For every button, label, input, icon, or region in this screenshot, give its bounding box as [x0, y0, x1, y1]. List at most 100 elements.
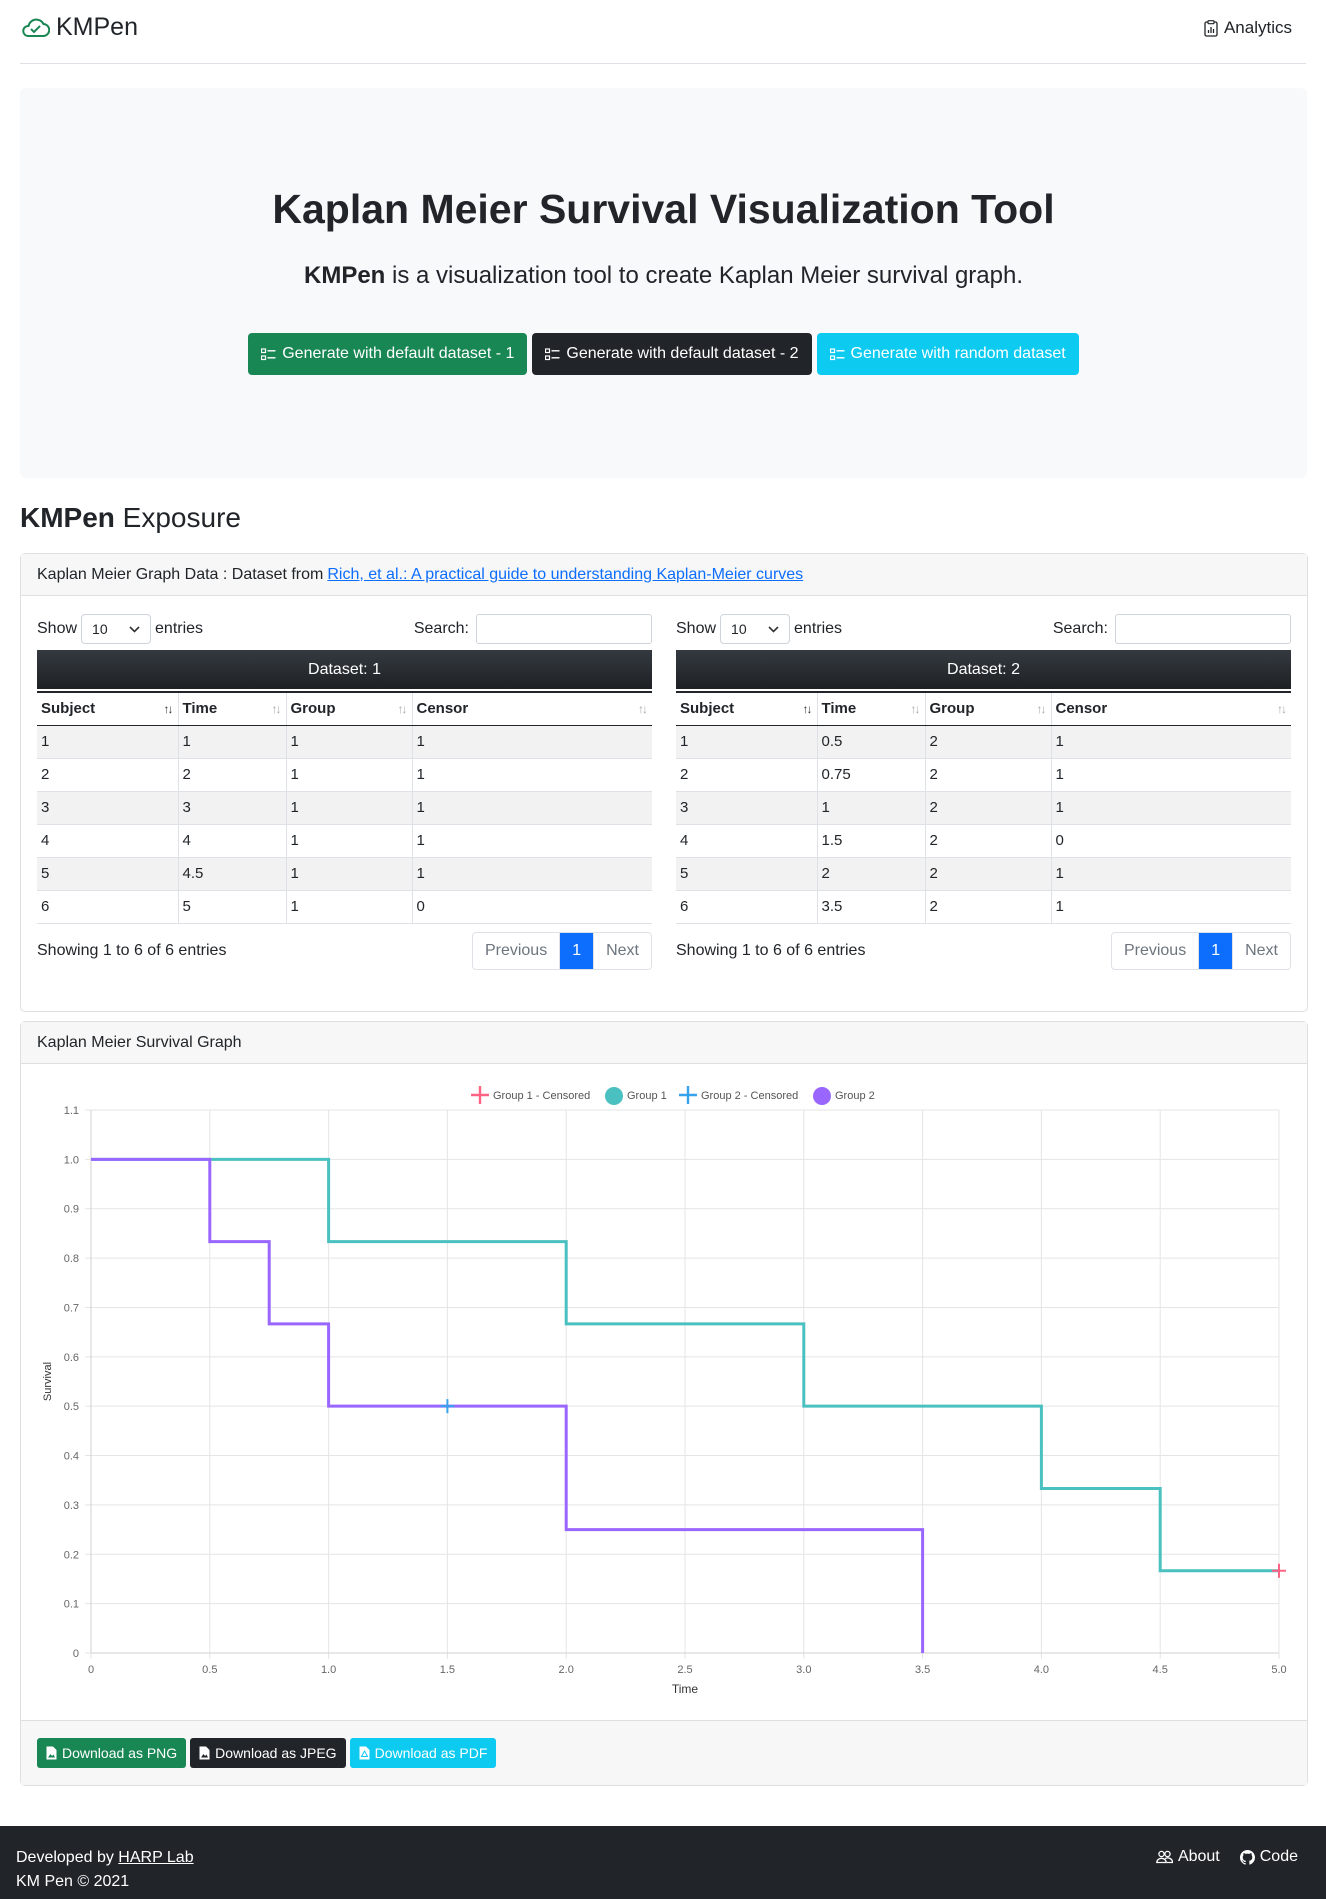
download-pdf-label: Download as PDF — [374, 1745, 488, 1761]
hero-lead: KMPen is a visualization tool to create … — [20, 262, 1307, 290]
table-cell: 2 — [817, 857, 926, 891]
github-icon — [1239, 1849, 1255, 1865]
navbar: KMPen Analytics — [20, 0, 1306, 64]
table-cell: 2 — [37, 758, 179, 792]
table-row: 5 4.5 1 1 — [37, 857, 652, 891]
generate-random-button[interactable]: Generate with random dataset — [816, 333, 1079, 375]
y-tick-label: 0.6 — [64, 1352, 79, 1364]
page-1-button[interactable]: 1 — [1199, 932, 1233, 969]
x-tick-label: 3.5 — [915, 1664, 930, 1676]
sort-icon: ↑↓ — [1277, 702, 1287, 716]
y-tick-label: 1.1 — [64, 1105, 79, 1117]
table-row: 3121 — [676, 791, 1291, 825]
entries-select[interactable]: 10 — [81, 614, 152, 644]
generate-default-1-button[interactable]: Generate with default dataset - 1 — [248, 333, 528, 375]
x-tick-label: 2.0 — [559, 1664, 574, 1676]
developed-by-text: Developed by — [16, 1849, 114, 1866]
table-cell: 2 — [925, 725, 1052, 759]
table-row: 4 1.5 2 0 — [676, 824, 1291, 858]
entries-label: entries — [155, 620, 204, 637]
table-cell: 6 — [676, 890, 818, 924]
column-header-censor[interactable]: Censor ↑↓ — [1051, 691, 1291, 726]
table-cell: 3 — [676, 791, 818, 825]
pagination: Previous 1 Next — [471, 931, 652, 970]
brand-name: KMPen — [56, 13, 138, 41]
x-tick-label: 0 — [88, 1664, 94, 1676]
table-cell: 1 — [1051, 758, 1291, 792]
table-row: 1 0.5 2 1 — [676, 725, 1291, 759]
column-header-time[interactable]: Time ↑↓ — [817, 691, 926, 726]
sort-icon: ↑↓ — [910, 702, 921, 716]
sort-icon: ↑↓ — [271, 702, 282, 716]
table-cell: 1 — [1051, 725, 1291, 759]
y-tick-label: 0.8 — [64, 1253, 79, 1265]
censored-marker — [440, 1399, 455, 1414]
table-cell: 3 — [37, 791, 179, 825]
page-footer: Developed by HARP Lab KM Pen © 2021 Abou… — [0, 1826, 1326, 1899]
x-tick-label: 0.5 — [202, 1664, 217, 1676]
download-pdf-button[interactable]: Download as PDF — [349, 1738, 497, 1768]
legend-marker-cross — [471, 1086, 489, 1104]
next-page-button[interactable]: Next — [593, 932, 651, 969]
column-header-subject[interactable]: Subject ↑↓ — [676, 691, 818, 726]
previous-page-button[interactable]: Previous — [1112, 932, 1200, 969]
dataset-1-table-wrapper: Show 10 entries Search: Dataset: 1 Subje… — [37, 612, 652, 970]
entries-label: entries — [794, 620, 843, 637]
y-tick-label: 0.1 — [64, 1599, 79, 1611]
column-header-group[interactable]: Group ↑↓ — [286, 691, 413, 726]
brand-link[interactable]: KMPen — [20, 13, 138, 42]
table-cell: 1 — [286, 725, 413, 759]
table-cell: 0.75 — [817, 758, 926, 792]
download-png-button[interactable]: Download as PNG — [37, 1738, 187, 1768]
table-cell: 2 — [676, 758, 818, 792]
column-header-subject[interactable]: Subject ↑↓ — [37, 691, 179, 726]
list-icon — [261, 347, 276, 360]
data-card-header: Kaplan Meier Graph Data : Dataset from R… — [21, 554, 1307, 596]
y-axis-title: Survival — [42, 1362, 54, 1401]
censored-marker — [1272, 1563, 1286, 1578]
code-link[interactable]: Code — [1239, 1848, 1298, 1866]
generate-random-label: Generate with random dataset — [850, 345, 1066, 362]
harp-lab-link[interactable]: HARP Lab — [118, 1849, 193, 1866]
sort-icon: ↑↓ — [1036, 702, 1047, 716]
table-row: 6 3.5 2 1 — [676, 890, 1291, 924]
hero-lead-brand: KMPen — [304, 262, 386, 289]
column-header-time[interactable]: Time ↑↓ — [178, 691, 287, 726]
table-cell: 1 — [286, 824, 413, 858]
copyright-text: KM Pen © 2021 — [16, 1873, 130, 1890]
search-input[interactable] — [476, 614, 652, 644]
generate-default-2-label: Generate with default dataset - 2 — [566, 345, 799, 362]
about-label: About — [1177, 1848, 1220, 1865]
table-cell: 5 — [37, 857, 179, 891]
next-page-button[interactable]: Next — [1232, 932, 1290, 969]
table-cell: 1 — [412, 758, 652, 792]
x-tick-label: 4.0 — [1034, 1664, 1049, 1676]
legend-marker-cross — [679, 1086, 697, 1104]
table-cell: 3.5 — [817, 890, 926, 924]
length-control: Show 10 entries — [676, 614, 842, 644]
page-1-button[interactable]: 1 — [560, 932, 594, 969]
previous-page-button[interactable]: Previous — [473, 932, 561, 969]
column-header-censor[interactable]: Censor ↑↓ — [412, 691, 652, 726]
download-jpeg-button[interactable]: Download as JPEG — [190, 1738, 346, 1768]
code-label: Code — [1259, 1848, 1298, 1865]
column-header-group[interactable]: Group ↑↓ — [925, 691, 1052, 726]
table-caption: Dataset: 1 — [37, 650, 652, 689]
entries-select[interactable]: 10 — [720, 614, 791, 644]
search-input[interactable] — [1115, 614, 1291, 644]
about-link[interactable]: About — [1156, 1848, 1220, 1866]
generate-default-2-button[interactable]: Generate with default dataset - 2 — [532, 333, 812, 375]
table-cell: 1 — [412, 725, 652, 759]
show-label: Show — [676, 620, 717, 637]
table-cell: 4 — [37, 824, 179, 858]
analytics-label: Analytics — [1223, 18, 1292, 37]
table-row: 6510 — [37, 890, 652, 924]
table-cell: 1 — [286, 890, 413, 924]
analytics-link[interactable]: Analytics — [1204, 18, 1292, 38]
section-title-brand: KMPen — [20, 502, 115, 533]
source-paper-link[interactable]: Rich, et al.: A practical guide to under… — [327, 566, 803, 584]
table-cell: 0 — [412, 890, 652, 924]
chevron-down-icon — [768, 625, 779, 633]
download-jpeg-label: Download as JPEG — [215, 1745, 337, 1761]
legend-label: Group 1 - Censored — [493, 1090, 590, 1102]
